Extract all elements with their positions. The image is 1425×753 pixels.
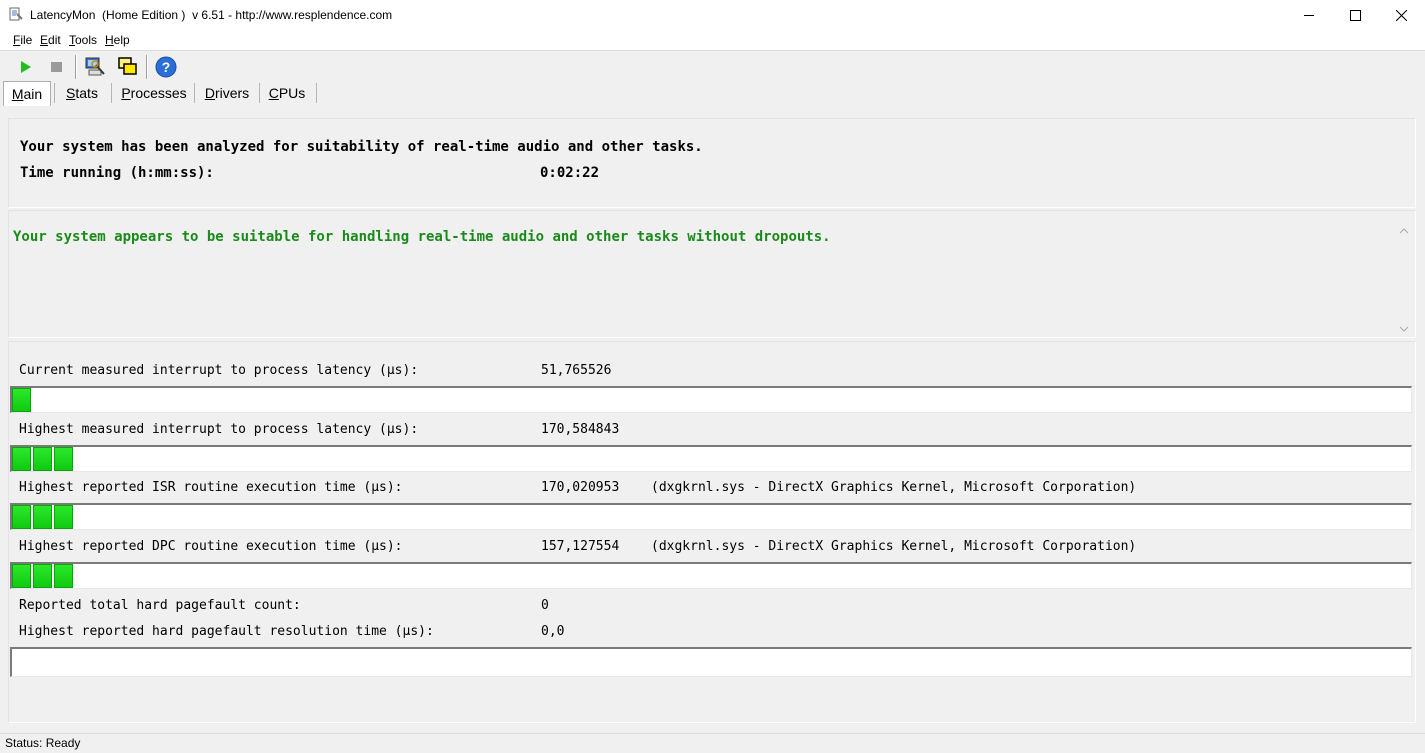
tab-cpus[interactable]: CPUs <box>263 81 311 105</box>
analysis-message: Your system has been analyzed for suitab… <box>20 139 703 155</box>
tab-drivers[interactable]: Drivers <box>198 81 256 105</box>
progress-segment <box>54 564 73 588</box>
maximize-button[interactable] <box>1332 0 1378 30</box>
time-running-value: 0:02:22 <box>540 165 600 181</box>
current-latency-bar <box>10 386 1412 413</box>
tab-divider <box>259 83 260 103</box>
menu-bar: File Edit Tools Help <box>0 30 1425 51</box>
current-latency-value: 51,765526 <box>541 363 612 378</box>
tab-processes[interactable]: Processes <box>116 81 192 105</box>
highest-latency-label: Highest measured interrupt to process la… <box>19 422 419 437</box>
help-button[interactable]: ? <box>153 54 179 80</box>
minimize-icon <box>1304 15 1314 16</box>
progress-segment <box>12 564 31 588</box>
isr-driver: (dxgkrnl.sys - DirectX Graphics Kernel, … <box>651 480 1137 495</box>
progress-segment <box>54 447 73 471</box>
toolbar-separator <box>146 55 148 79</box>
close-button[interactable] <box>1378 0 1424 30</box>
windows-button[interactable] <box>115 54 141 80</box>
isr-bar <box>10 503 1412 530</box>
tab-divider <box>111 83 112 103</box>
verdict-text: Your system appears to be suitable for h… <box>13 229 831 245</box>
help-icon: ? <box>155 56 177 78</box>
scroll-down-icon[interactable] <box>1398 324 1410 334</box>
status-bar: Status: Ready <box>0 733 1425 753</box>
play-icon <box>21 61 31 73</box>
dpc-driver: (dxgkrnl.sys - DirectX Graphics Kernel, … <box>651 539 1137 554</box>
pagefault-time-bar <box>10 647 1412 677</box>
close-icon <box>1395 9 1407 21</box>
time-running-label: Time running (h:mm:ss): <box>20 165 214 181</box>
tab-stats[interactable]: Stats <box>58 81 106 105</box>
toolbar-separator <box>75 55 77 79</box>
progress-segment <box>33 447 52 471</box>
minimize-button[interactable] <box>1286 0 1332 30</box>
svg-text:?: ? <box>162 59 171 75</box>
menu-edit[interactable]: Edit <box>40 33 61 47</box>
tab-strip: Main Stats Processes Drivers CPUs <box>0 81 1425 107</box>
progress-segment <box>54 505 73 529</box>
dpc-bar <box>10 562 1412 589</box>
scroll-up-icon[interactable] <box>1398 226 1410 236</box>
window-title: LatencyMon (Home Edition ) v 6.51 - http… <box>30 8 393 22</box>
tab-main[interactable]: Main <box>3 81 51 106</box>
current-latency-label: Current measured interrupt to process la… <box>19 363 419 378</box>
stop-button[interactable] <box>44 54 70 80</box>
maximize-icon <box>1349 9 1361 21</box>
toolbar: ? <box>0 51 1425 81</box>
tab-divider <box>194 83 195 103</box>
app-icon <box>9 7 23 21</box>
menu-tools[interactable]: Tools <box>69 33 97 47</box>
status-text: Status: Ready <box>5 736 81 750</box>
menu-file[interactable]: File <box>13 33 32 47</box>
highest-latency-value: 170,584843 <box>541 422 620 437</box>
dpc-value: 157,127554 <box>541 539 620 554</box>
progress-segment <box>12 388 31 412</box>
computer-button[interactable] <box>82 54 108 80</box>
highest-latency-bar <box>10 445 1412 472</box>
isr-value: 170,020953 <box>541 480 620 495</box>
pagefault-count-value: 0 <box>541 598 549 613</box>
title-bar: LatencyMon (Home Edition ) v 6.51 - http… <box>0 0 1425 30</box>
progress-segment <box>12 447 31 471</box>
summary-panel <box>8 118 1416 208</box>
progress-segment <box>33 505 52 529</box>
windows-icon <box>118 57 137 75</box>
start-button[interactable] <box>12 54 38 80</box>
isr-label: Highest reported ISR routine execution t… <box>19 480 403 495</box>
progress-segment <box>12 505 31 529</box>
computer-icon <box>85 57 105 76</box>
pagefault-time-value: 0,0 <box>541 624 565 639</box>
tab-divider <box>54 83 55 103</box>
stop-icon <box>51 62 62 72</box>
progress-segment <box>33 564 52 588</box>
dpc-label: Highest reported DPC routine execution t… <box>19 539 403 554</box>
tab-divider <box>316 83 317 103</box>
menu-help[interactable]: Help <box>105 33 130 47</box>
pagefault-time-label: Highest reported hard pagefault resoluti… <box>19 624 434 639</box>
pagefault-count-label: Reported total hard pagefault count: <box>19 598 301 613</box>
